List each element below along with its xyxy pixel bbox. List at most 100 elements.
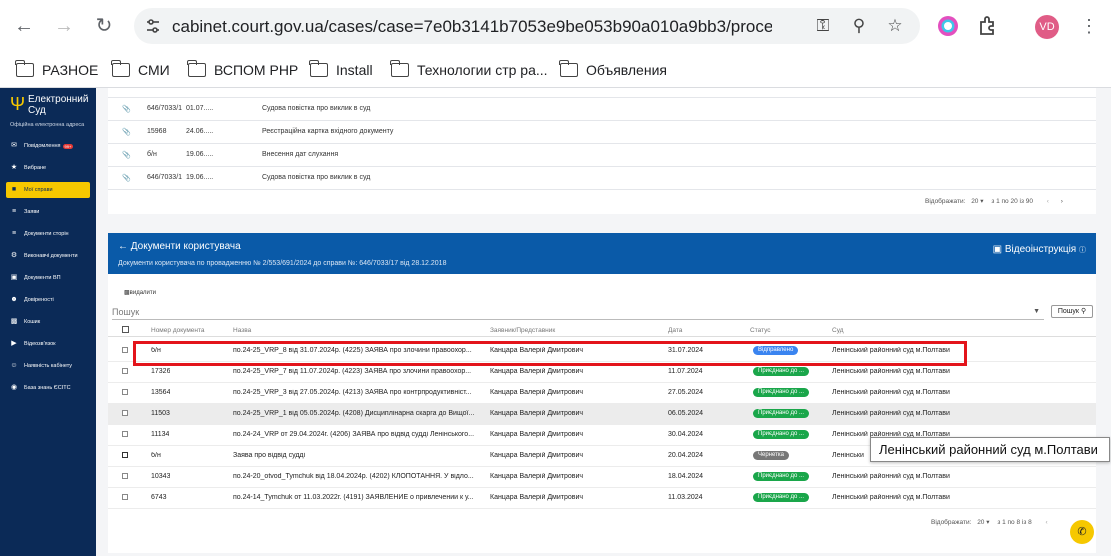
- sidebar-item-label: Відеозв'язок: [24, 341, 56, 347]
- url-text[interactable]: cabinet.court.gov.ua/cases/case=7e0b3141…: [172, 17, 772, 37]
- doc-number: 17326: [151, 368, 171, 375]
- chevron-down-icon[interactable]: ▾: [984, 519, 989, 526]
- address-bar[interactable]: cabinet.court.gov.ua/cases/case=7e0b3141…: [134, 8, 920, 44]
- sidebar-item-trash[interactable]: ▩ Кошик: [6, 314, 90, 330]
- table-row[interactable]: 13564 по.24-25_VRP_3 від 27.05.2024р. (4…: [108, 383, 1096, 404]
- row-checkbox[interactable]: [122, 389, 128, 395]
- table-row[interactable]: 10343 по.24-20_otvod_Tymchuk від 18.04.2…: [108, 467, 1096, 488]
- table-row[interactable]: 📎 15968 24.06..... Реєстраційна картка в…: [108, 121, 1096, 144]
- search-button[interactable]: Пошук ⚲: [1051, 305, 1093, 318]
- video-instruction-label: Відеоінструкція: [1004, 244, 1077, 255]
- doc-applicant: Канцара Валерій Дмитрович: [490, 431, 584, 438]
- sidebar-item-label: Наявність кабінету: [24, 363, 73, 369]
- next-page-icon[interactable]: ›: [1061, 198, 1063, 205]
- doc-name[interactable]: Судова повістка про виклик в суд: [262, 174, 370, 181]
- column-header[interactable]: Суд: [832, 327, 844, 334]
- sidebar-item-enforcement-docs[interactable]: ⚙ Виконавчі документи: [6, 248, 90, 264]
- attachment-icon[interactable]: 📎: [122, 174, 131, 182]
- row-checkbox[interactable]: [122, 473, 128, 479]
- attachment-icon[interactable]: 📎: [122, 128, 131, 136]
- doc-applicant: Канцара Валерій Дмитрович: [490, 389, 584, 396]
- sidebar-item-cabinet-check[interactable]: ☺ Наявність кабінету: [6, 358, 90, 374]
- help-icon[interactable]: ⓘ: [1079, 247, 1086, 254]
- doc-name[interactable]: по.24-24_VRP от 29.04.2024г. (4206) ЗАЯВ…: [233, 431, 483, 438]
- sidebar-item-powers-of-attorney[interactable]: ☻ Довіреності: [6, 292, 90, 308]
- table-row[interactable]: 📎 646/7033/1 19.06..... Судова повістка …: [108, 167, 1096, 190]
- video-icon: ▣: [992, 244, 1003, 255]
- extensions-puzzle-icon[interactable]: [976, 14, 1000, 38]
- logo[interactable]: Ψ Електронний Суд Офіційна електронна адр…: [10, 92, 90, 128]
- zoom-icon[interactable]: ⚲: [848, 15, 870, 37]
- folder-icon: [309, 60, 328, 77]
- forward-arrow-icon[interactable]: →: [50, 12, 78, 40]
- bookmark-star-icon[interactable]: ☆: [884, 15, 906, 37]
- doc-name[interactable]: Внесення дат слухання: [262, 151, 338, 158]
- table-row: [108, 88, 1096, 98]
- doc-name[interactable]: по.24-25_VRP_7 від 11.07.2024р. (4223) З…: [233, 368, 483, 375]
- sidebar-item-video-call[interactable]: ▶ Відеозв'язок: [6, 336, 90, 352]
- doc-name[interactable]: Судова повістка про виклик в суд: [262, 105, 370, 112]
- site-settings-icon[interactable]: [144, 17, 162, 35]
- sidebar-item-label: Повідомлення: [24, 143, 61, 149]
- column-header[interactable]: Назва: [233, 327, 251, 334]
- row-checkbox[interactable]: [122, 347, 128, 353]
- bookmark-folder[interactable]: Технологии стр ра...: [390, 59, 548, 81]
- row-checkbox[interactable]: [122, 431, 128, 437]
- bookmark-folder[interactable]: СМИ: [111, 59, 170, 81]
- status-badge: Приєднано до ...: [753, 409, 810, 418]
- phone-call-icon[interactable]: ✆: [1070, 520, 1094, 544]
- table-row[interactable]: 📎 646/7033/1 01.07..... Судова повістка …: [108, 98, 1096, 121]
- file-icon: ▣: [10, 274, 18, 281]
- menu-dots-icon[interactable]: ⋮: [1080, 14, 1098, 38]
- bookmark-folder[interactable]: РАЗНОЕ: [15, 59, 98, 81]
- sidebar-item-applications[interactable]: ≡ Заяви: [6, 204, 90, 220]
- row-checkbox[interactable]: [122, 368, 128, 374]
- sidebar-item-knowledge-base[interactable]: ◉ База знань ЄСІТС: [6, 380, 90, 396]
- trash-icon: ▩: [10, 318, 18, 325]
- bookmark-folder[interactable]: Install: [309, 59, 373, 81]
- sidebar-item-favorites[interactable]: ★ Вибране: [6, 160, 90, 176]
- trident-icon: Ψ: [10, 94, 26, 114]
- doc-name[interactable]: Реєстраційна картка вхідного документу: [262, 128, 393, 135]
- doc-name[interactable]: по.24-14_Tymchuk от 11.03.2022г. (4191) …: [233, 494, 483, 501]
- sidebar-item-my-cases[interactable]: ■ Мої справи: [6, 182, 90, 198]
- select-all-checkbox[interactable]: [122, 326, 129, 333]
- sidebar-item-vp-docs[interactable]: ▣ Документи ВП: [6, 270, 90, 286]
- row-checkbox[interactable]: [122, 452, 128, 458]
- row-checkbox[interactable]: [122, 494, 128, 500]
- attachment-icon[interactable]: 📎: [122, 105, 131, 113]
- doc-name[interactable]: по.24-20_otvod_Tymchuk від 18.04.2024р. …: [233, 473, 483, 480]
- doc-date: 19.06.....: [186, 174, 214, 181]
- doc-date: 19.06.....: [186, 151, 214, 158]
- sidebar-item-party-docs[interactable]: ≡ Документи сторін: [6, 226, 90, 242]
- attachment-icon[interactable]: 📎: [122, 151, 131, 159]
- doc-name[interactable]: по.24-25_VRP_3 від 27.05.2024р. (4213) З…: [233, 389, 483, 396]
- sidebar-item-label: Вибране: [24, 165, 47, 171]
- table-row[interactable]: 6743 по.24-14_Tymchuk от 11.03.2022г. (4…: [108, 488, 1096, 509]
- back-arrow-icon[interactable]: ←: [118, 241, 128, 252]
- bookmark-folder[interactable]: Объявления: [559, 59, 667, 81]
- column-header[interactable]: Дата: [668, 327, 682, 334]
- key-icon[interactable]: ⚿: [812, 15, 834, 37]
- chevron-down-icon[interactable]: ▼: [1033, 308, 1040, 315]
- doc-name[interactable]: по.24-25_VRP_1 від 05.05.2024р. (4208) Д…: [233, 410, 483, 417]
- search-input[interactable]: Пошук ▼: [112, 306, 1044, 320]
- video-instruction-link[interactable]: ▣ Відеоінструкція ⓘ: [993, 244, 1086, 255]
- reload-icon[interactable]: ↻: [90, 12, 118, 40]
- back-arrow-icon[interactable]: ←: [10, 12, 38, 40]
- sidebar-item-messages[interactable]: ✉ Повідомлення 99+: [6, 138, 90, 154]
- prev-page-icon[interactable]: ‹: [1046, 519, 1048, 526]
- table-row[interactable]: 📎 б/н 19.06..... Внесення дат слухання: [108, 144, 1096, 167]
- profile-avatar[interactable]: VD: [1035, 15, 1059, 39]
- delete-button[interactable]: ▩видалити: [124, 289, 156, 296]
- prev-page-icon[interactable]: ‹: [1047, 198, 1049, 205]
- color-extension-icon[interactable]: [936, 14, 960, 38]
- row-checkbox[interactable]: [122, 410, 128, 416]
- column-header[interactable]: Заявник/Представник: [490, 327, 555, 334]
- doc-name[interactable]: Заява про відвід судді: [233, 452, 483, 459]
- table-row[interactable]: 11503 по.24-25_VRP_1 від 05.05.2024р. (4…: [108, 404, 1096, 425]
- bookmark-folder[interactable]: ВСПОМ PHP: [187, 59, 298, 81]
- column-header[interactable]: Статус: [750, 327, 771, 334]
- column-header[interactable]: Номер документа: [151, 327, 205, 334]
- chevron-down-icon[interactable]: ▾: [978, 198, 983, 205]
